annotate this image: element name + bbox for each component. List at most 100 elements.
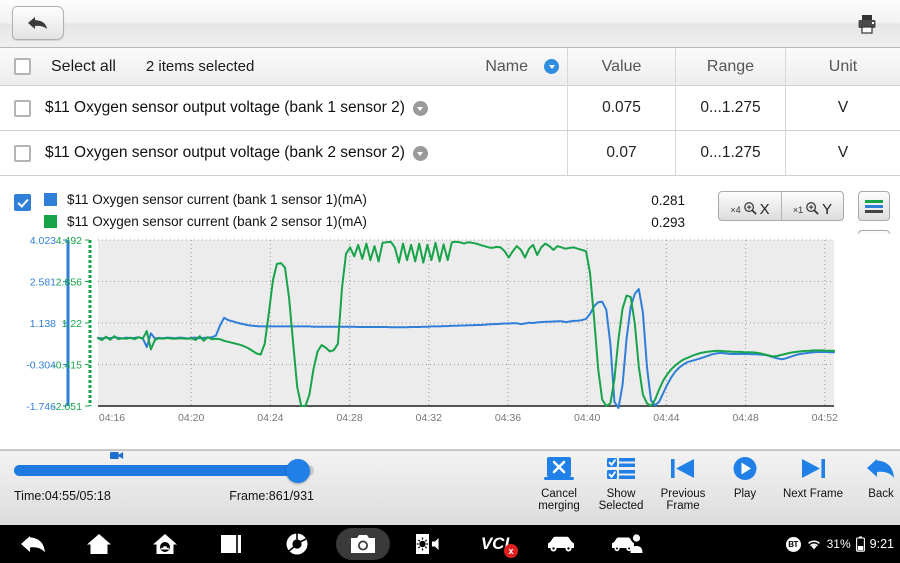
row-expand-chevron-down-icon[interactable] <box>412 145 428 161</box>
previous-frame-label-1: Previous <box>660 488 706 500</box>
row-range-cell: 0...1.275 <box>676 86 786 130</box>
play-button[interactable]: Play <box>714 455 776 512</box>
vci-disconnected-icon: x <box>504 544 518 558</box>
next-frame-label: Next Frame <box>782 488 844 500</box>
graph-row-checkbox[interactable] <box>14 194 31 211</box>
table-row[interactable]: $11 Oxygen sensor output voltage (bank 2… <box>0 131 900 176</box>
legend-value-series1: 0.281 <box>651 193 685 208</box>
battery-icon <box>855 536 865 552</box>
chart-plot-area[interactable]: 4.023 2.581 1.138 -0.304 -1.746 4.492 2.856 1.2… <box>0 234 900 434</box>
zoom-x-button[interactable]: ×4 X <box>719 192 781 220</box>
print-button[interactable] <box>852 9 882 39</box>
legend-label-series1: $11 Oxygen sensor current (bank 1 sensor… <box>67 192 367 207</box>
nav-browser[interactable] <box>264 525 330 563</box>
zoom-y-button[interactable]: ×1 Y <box>781 192 843 220</box>
svg-text:04:28: 04:28 <box>336 412 362 424</box>
skip-next-icon <box>802 459 825 478</box>
header-range-cell: Range <box>676 48 786 85</box>
svg-text:04:24: 04:24 <box>257 412 283 424</box>
nav-recents[interactable] <box>198 525 264 563</box>
header-name-cell: Select all 2 items selected Name <box>0 48 568 85</box>
show-selected-button[interactable]: Show Selected <box>590 455 652 512</box>
row-value-cell: 0.07 <box>568 131 676 175</box>
slider-fill <box>14 465 298 476</box>
chart-list-menu-button[interactable] <box>858 191 890 221</box>
zoom-button-group: ×4 X ×1 Y <box>718 191 844 221</box>
select-all-checkbox[interactable] <box>14 58 31 75</box>
legend-value-series2: 0.293 <box>651 215 685 230</box>
row-value-cell: 0.075 <box>568 86 676 130</box>
svg-text:4.023: 4.023 <box>30 235 56 247</box>
cancel-merging-button[interactable]: Cancel merging <box>528 455 590 512</box>
cancel-merging-label-2: merging <box>538 500 580 512</box>
nav-android-home[interactable] <box>132 525 198 563</box>
slider-knob[interactable] <box>286 459 310 483</box>
header-name-text: Name <box>485 57 528 75</box>
next-frame-button[interactable]: Next Frame <box>776 455 850 512</box>
row-checkbox[interactable] <box>14 99 31 117</box>
clock-label: 9:21 <box>869 537 894 551</box>
selected-count-label: 2 items selected <box>145 58 255 75</box>
sort-descending-circle-icon[interactable] <box>544 59 559 74</box>
back-label: Back <box>868 488 894 500</box>
svg-text:04:32: 04:32 <box>416 412 442 424</box>
playback-labels: Time:04:55/05:18 Frame:861/931 <box>14 489 314 503</box>
row-range-text: 0...1.275 <box>700 99 761 116</box>
svg-text:1.22: 1.22 <box>62 318 83 330</box>
nav-home[interactable] <box>66 525 132 563</box>
slider-track[interactable] <box>14 452 314 483</box>
row-value-text: 0.07 <box>606 144 637 161</box>
toolbar-back-button[interactable] <box>12 6 64 40</box>
table-header-row: Select all 2 items selected Name Value R… <box>0 48 900 86</box>
nav-vehicle[interactable] <box>528 525 594 563</box>
playback-bar: Time:04:55/05:18 Frame:861/931 Cancel me… <box>0 450 900 525</box>
nav-vci[interactable]: VCI x <box>462 525 528 563</box>
zoom-x-multiplier: ×4 <box>730 205 741 215</box>
nav-back[interactable] <box>0 525 66 563</box>
magnifier-icon <box>743 202 757 215</box>
legend-item-series2: $11 Oxygen sensor current (bank 2 sensor… <box>44 214 367 229</box>
back-button[interactable]: Back <box>850 455 900 512</box>
list-lines-icon <box>865 204 883 208</box>
nav-remote-assist[interactable] <box>594 525 660 563</box>
frame-label: Frame:861/931 <box>229 489 314 503</box>
legend-item-series1: $11 Oxygen sensor current (bank 1 sensor… <box>44 192 367 207</box>
back-arrow-icon <box>28 17 47 29</box>
header-unit-cell: Unit <box>786 48 900 85</box>
skip-previous-icon <box>671 459 694 478</box>
nav-display[interactable] <box>396 525 462 563</box>
car-technician-icon <box>612 534 643 553</box>
row-label: $11 Oxygen sensor output voltage (bank 2… <box>45 144 405 161</box>
printer-icon <box>858 15 876 34</box>
row-checkbox[interactable] <box>14 144 31 162</box>
cancel-x-icon <box>544 457 574 480</box>
navbar-icons: VCI x <box>0 525 660 563</box>
show-selected-label-1: Show <box>606 488 636 500</box>
zoom-y-axis-label: Y <box>822 201 833 218</box>
wifi-icon <box>807 540 820 549</box>
list-lines-icon <box>865 199 883 203</box>
status-area: BT 31% 9:21 <box>785 525 894 563</box>
graph-panel: $11 Oxygen sensor current (bank 1 sensor… <box>0 182 900 450</box>
previous-frame-button[interactable]: Previous Frame <box>652 455 714 512</box>
svg-text:04:52: 04:52 <box>812 412 838 424</box>
playback-actions: Cancel merging Show Selected Previous Fr… <box>528 455 900 512</box>
nav-screenshot[interactable] <box>330 525 396 563</box>
row-name-cell: $11 Oxygen sensor output voltage (bank 2… <box>0 131 568 175</box>
checklist-icon <box>607 458 635 479</box>
playback-slider[interactable] <box>14 452 314 483</box>
car-icon <box>548 536 574 552</box>
graph-legend: $11 Oxygen sensor current (bank 1 sensor… <box>0 184 900 299</box>
header-unit-text: Unit <box>828 57 858 75</box>
row-range-text: 0...1.275 <box>700 144 761 161</box>
row-label: $11 Oxygen sensor output voltage (bank 1… <box>45 99 405 116</box>
zoom-x-axis-label: X <box>759 201 770 218</box>
bluetooth-icon: BT <box>785 536 801 552</box>
row-expand-chevron-down-icon[interactable] <box>412 100 428 116</box>
app-root: Select all 2 items selected Name Value R… <box>0 0 900 563</box>
row-name-cell: $11 Oxygen sensor output voltage (bank 1… <box>0 86 568 130</box>
legend-label-series2: $11 Oxygen sensor current (bank 2 sensor… <box>67 214 367 229</box>
row-unit-cell: V <box>786 131 900 175</box>
table-row[interactable]: $11 Oxygen sensor output voltage (bank 1… <box>0 86 900 131</box>
system-navbar: VCI x BT 31% 9:21 <box>0 525 900 563</box>
